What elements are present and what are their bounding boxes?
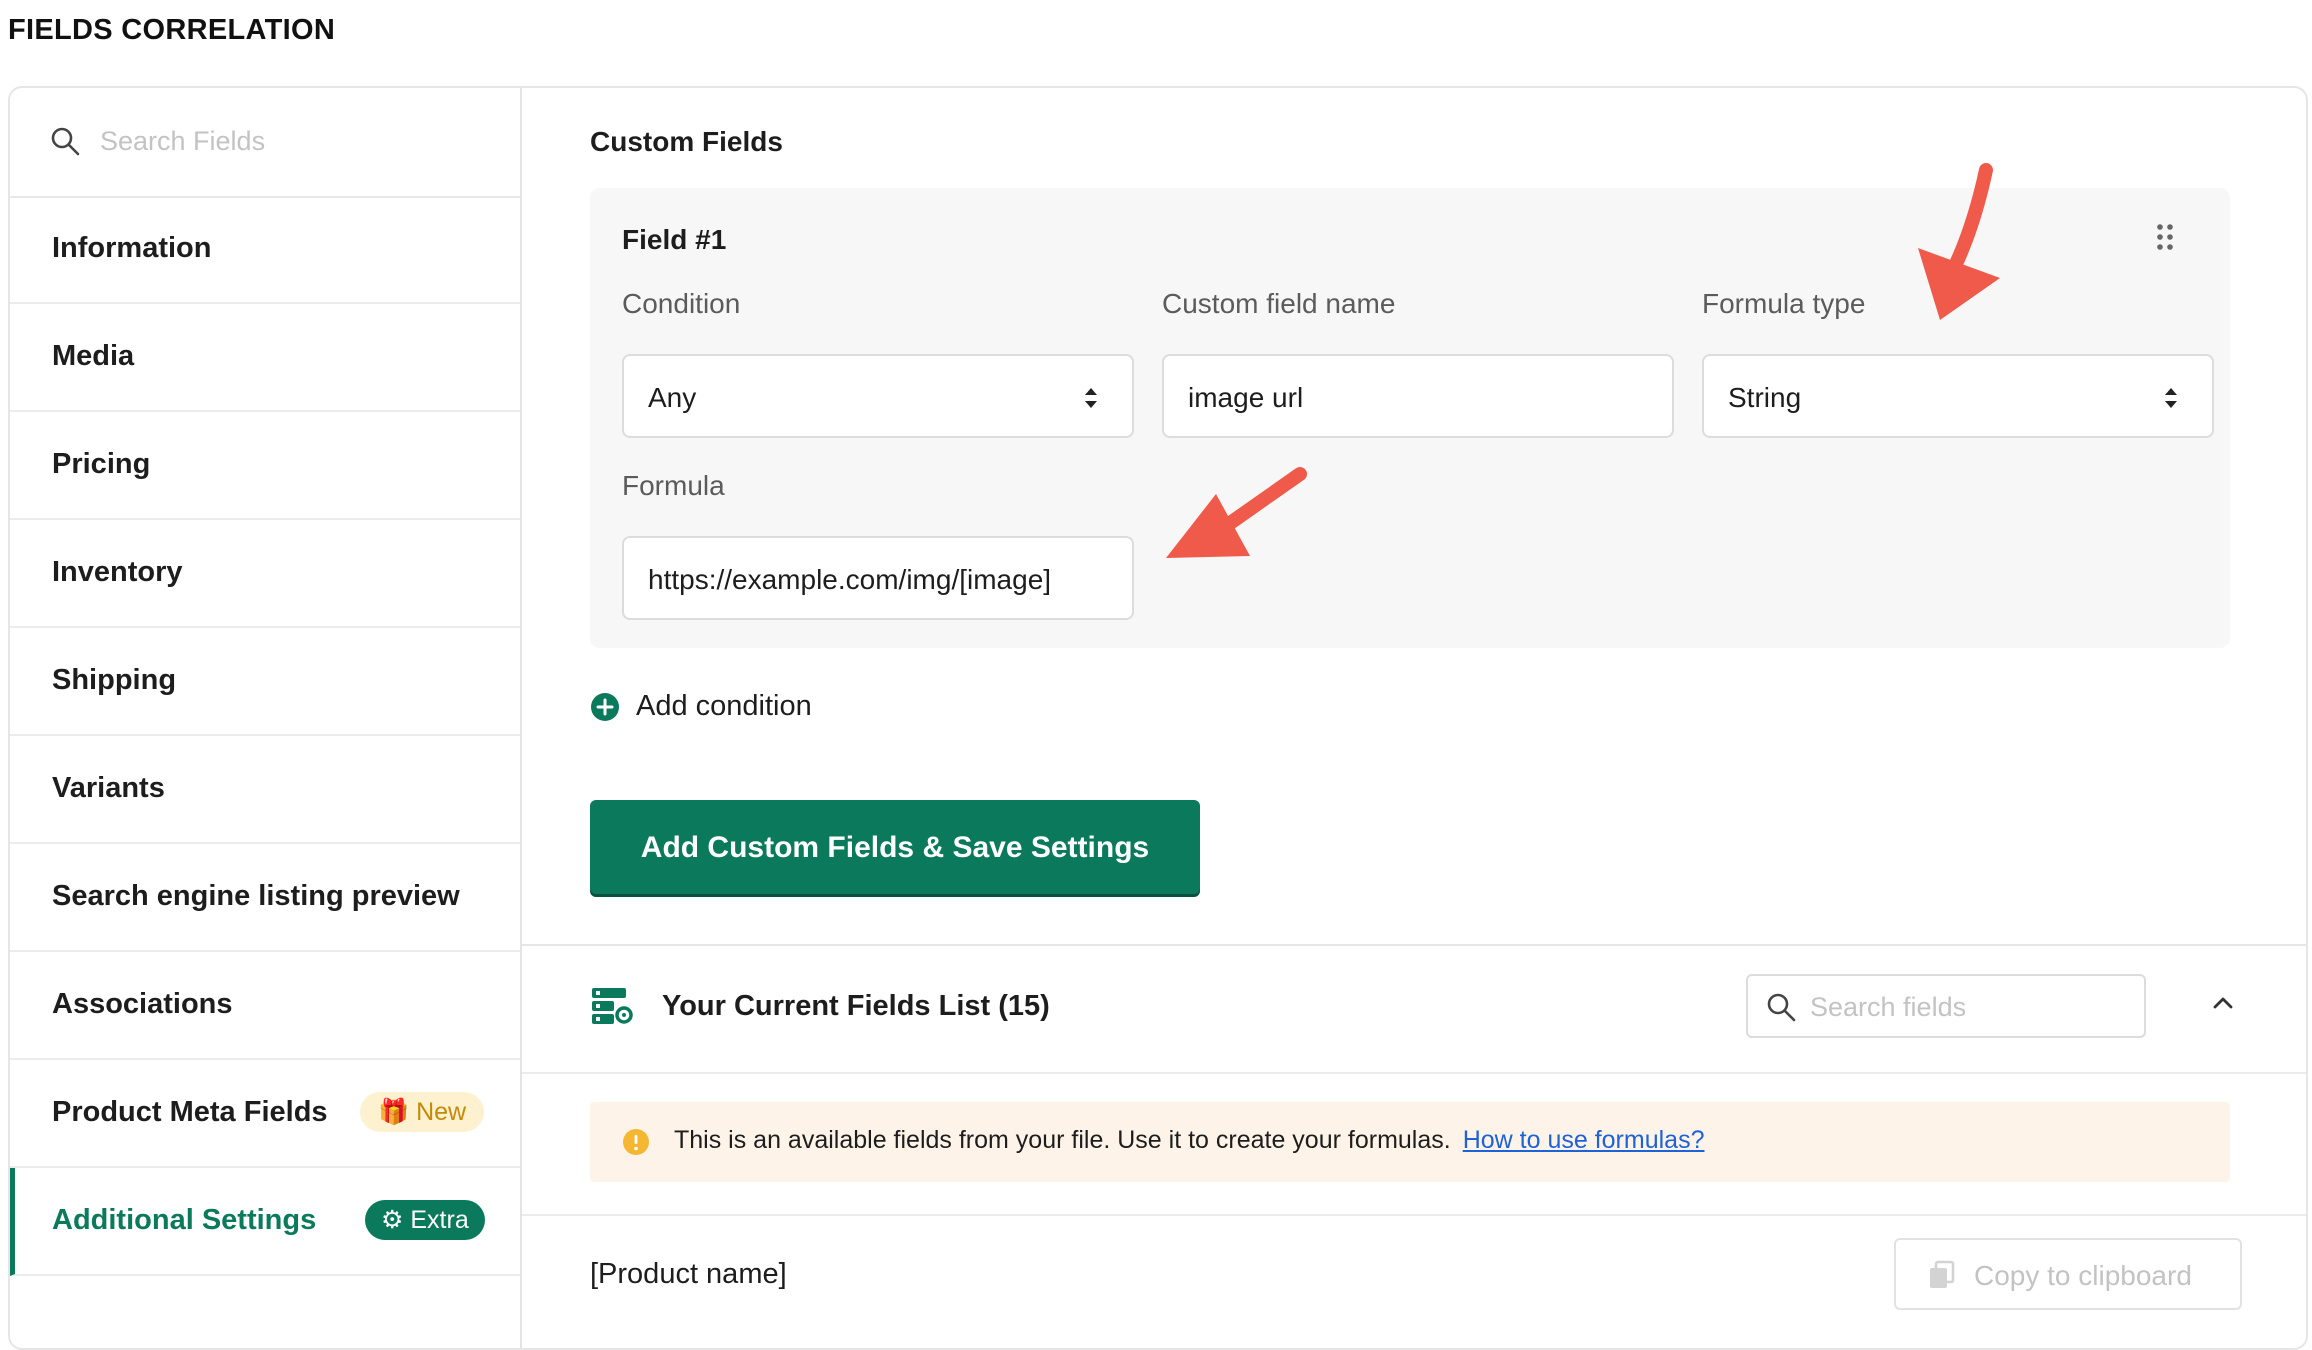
row-divider: [522, 1214, 2306, 1216]
fields-search-placeholder: Search fields: [1810, 992, 1967, 1022]
page-title: FIELDS CORRELATION: [8, 14, 336, 46]
condition-value: Any: [648, 382, 697, 413]
new-badge: 🎁 New: [360, 1092, 485, 1132]
formula-label: Formula: [622, 470, 725, 501]
info-text: This is an available fields from your fi…: [674, 1126, 1451, 1154]
select-arrows-icon: [2165, 388, 2177, 408]
new-badge-label: New: [416, 1098, 467, 1126]
drag-handle-icon[interactable]: [2154, 222, 2176, 252]
sidebar-item-label: Information: [52, 232, 212, 264]
main-content: Custom Fields Field #1 Condition Any Cus…: [522, 88, 2306, 1348]
sidebar-item-associations[interactable]: Associations: [10, 952, 520, 1060]
plus-circle-icon: [591, 693, 619, 721]
info-message: This is an available fields from your fi…: [674, 1126, 1704, 1155]
fields-list-header: Your Current Fields List (15) Search fie…: [522, 944, 2306, 1074]
custom-field-name-label: Custom field name: [1162, 288, 1396, 319]
sidebar-item-label: Variants: [52, 772, 165, 804]
search-icon: [1767, 993, 1796, 1022]
gift-icon: 🎁: [378, 1098, 410, 1126]
sidebar-item-label: Associations: [52, 988, 233, 1020]
formula-value: https://example.com/img/[image]: [648, 564, 1052, 595]
info-banner: This is an available fields from your fi…: [590, 1102, 2230, 1182]
chevron-up-icon[interactable]: [2210, 990, 2236, 1016]
gear-icon: ⚙: [381, 1206, 404, 1234]
sidebar-item-shipping[interactable]: Shipping: [10, 628, 520, 736]
custom-fields-title: Custom Fields: [590, 126, 783, 157]
sidebar-search-input[interactable]: Search Fields: [100, 126, 265, 157]
fields-search-input[interactable]: Search fields: [1746, 974, 2146, 1038]
sidebar-item-label: Pricing: [52, 448, 151, 480]
how-to-use-formulas-link[interactable]: How to use formulas?: [1463, 1126, 1705, 1154]
formula-input[interactable]: https://example.com/img/[image]: [622, 536, 1134, 620]
sidebar-item-media[interactable]: Media: [10, 304, 520, 412]
formula-type-label: Formula type: [1702, 288, 1866, 319]
sidebar-item-variants[interactable]: Variants: [10, 736, 520, 844]
info-icon: [623, 1129, 649, 1155]
save-settings-button[interactable]: Add Custom Fields & Save Settings: [590, 800, 1200, 894]
sidebar: Search Fields Information Media Pricing …: [10, 88, 522, 1348]
sidebar-item-information[interactable]: Information: [10, 196, 520, 304]
formula-type-select[interactable]: String: [1702, 354, 2214, 438]
annotation-arrow-formula-type: [1918, 163, 2000, 320]
select-arrows-icon: [1085, 388, 1097, 408]
sidebar-item-label: Search engine listing preview: [52, 880, 460, 912]
fields-list-title: Your Current Fields List (15): [662, 990, 1050, 1022]
sidebar-item-label: Inventory: [52, 556, 183, 588]
condition-label: Condition: [622, 288, 741, 319]
copy-icon: [1930, 1260, 1955, 1288]
sidebar-item-product-meta-fields[interactable]: Product Meta Fields 🎁 New: [10, 1060, 520, 1168]
condition-select[interactable]: Any: [622, 354, 1134, 438]
field-title: Field #1: [622, 224, 727, 255]
sidebar-search[interactable]: Search Fields: [10, 88, 520, 198]
extra-badge: ⚙ Extra: [365, 1200, 485, 1240]
fields-settings-icon: [592, 988, 633, 1024]
sidebar-item-inventory[interactable]: Inventory: [10, 520, 520, 628]
add-condition-label: Add condition: [636, 690, 812, 722]
sidebar-item-label: Shipping: [52, 664, 177, 696]
annotation-arrow-formula: [1166, 467, 1307, 558]
formula-type-value: String: [1728, 382, 1802, 413]
sidebar-item-label: Product Meta Fields: [52, 1096, 328, 1128]
field-row-name: [Product name]: [590, 1258, 787, 1290]
sidebar-item-additional-settings[interactable]: Additional Settings ⚙ Extra: [10, 1168, 520, 1276]
extra-badge-label: Extra: [410, 1206, 469, 1234]
sidebar-item-pricing[interactable]: Pricing: [10, 412, 520, 520]
sidebar-item-label: Additional Settings: [52, 1204, 317, 1236]
custom-field-name-input[interactable]: image url: [1162, 354, 1674, 438]
sidebar-item-seo-preview[interactable]: Search engine listing preview: [10, 844, 520, 952]
copy-to-clipboard-button[interactable]: Copy to clipboard: [1894, 1238, 2242, 1310]
custom-field-name-value: image url: [1188, 382, 1304, 413]
sidebar-item-label: Media: [52, 340, 135, 372]
search-icon: [51, 127, 80, 156]
copy-to-clipboard-label: Copy to clipboard: [1974, 1260, 2192, 1291]
